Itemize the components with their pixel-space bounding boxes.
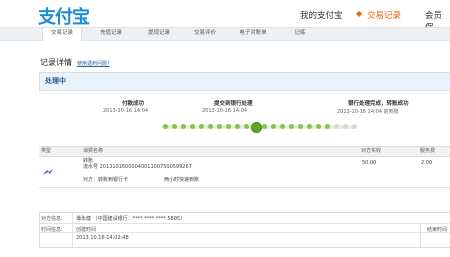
progress-dot	[343, 124, 348, 129]
progress-dot	[181, 124, 186, 129]
progress-dot	[334, 124, 339, 129]
created-value: 2013.10.16 14:02:48	[76, 235, 129, 241]
info-divider-2	[39, 232, 450, 233]
progress-dot	[262, 124, 267, 129]
tab-transaction-reviews[interactable]: 交易评价	[186, 28, 224, 39]
header-fee: 服务费	[420, 148, 436, 154]
diamond-icon: ◆	[356, 9, 363, 18]
help-link[interactable]: 使用遇到问题?	[77, 60, 110, 67]
row-fee: 2.00	[421, 160, 433, 166]
row-amount: 50.00	[362, 160, 377, 166]
progress-dot	[163, 124, 168, 129]
status-text: 处理中	[45, 77, 66, 85]
transfer-type-icon	[43, 161, 53, 175]
progress-dot	[172, 124, 177, 129]
step-2-title: 提交到银行处理	[214, 101, 253, 107]
table-row-divider	[39, 187, 450, 188]
tab-other[interactable]: 记练	[290, 28, 310, 39]
step-1-time: 2013-10-16 14:04	[103, 108, 149, 114]
header-amount: 对方实收	[361, 148, 382, 154]
party-label: 对方信息:	[41, 216, 63, 222]
tab-withdraw-records[interactable]: 提现记录	[140, 28, 178, 39]
info-divider-1	[39, 223, 450, 224]
progress-dot	[316, 124, 321, 129]
row-party: 对方：转账到银行卡	[83, 177, 129, 183]
progress-dot	[307, 124, 312, 129]
tab-transaction-records[interactable]: 交易记录	[42, 27, 82, 41]
step-2-time: 2013-10-16 14:04	[202, 108, 248, 114]
progress-dot	[190, 124, 195, 129]
header-type: 类型	[41, 148, 52, 154]
progress-dot	[280, 124, 285, 129]
step-1-title: 付款成功	[122, 101, 145, 107]
alipay-logo[interactable]: 支付宝	[38, 3, 90, 29]
progress-dot	[244, 124, 249, 129]
page-title: 记录详情	[40, 58, 72, 67]
row-note: 两小时快速到账	[164, 177, 200, 183]
status-bar	[39, 72, 450, 91]
row-serial: 流水号 20131016000040011007500599267	[83, 164, 192, 170]
progress-dot	[199, 124, 204, 129]
tab-e-statement[interactable]: 电子对账单	[233, 28, 273, 39]
info-vertical-divider-2	[420, 223, 421, 247]
header-name: 消费名称	[83, 148, 104, 154]
progress-dot	[208, 124, 213, 129]
step-3-title: 银行处理完成，转账成功	[348, 101, 409, 107]
tab-recharge-records[interactable]: 充值记录	[92, 28, 130, 39]
progress-dot	[226, 124, 231, 129]
progress-dot	[235, 124, 240, 129]
nav-transaction-records[interactable]: 交易记录	[367, 9, 401, 21]
nav-my-alipay[interactable]: 我的支付宝	[300, 9, 343, 21]
step-3-time: 2013-10-16 14:04 前到账	[337, 109, 399, 115]
info-vertical-divider	[72, 212, 73, 247]
progress-dot	[271, 124, 276, 129]
progress-dot	[325, 124, 330, 129]
current-step-marker	[251, 122, 262, 133]
progress-dot	[289, 124, 294, 129]
party-value: 谭永健 （中国建设银行：**** **** **** 5805）	[76, 216, 186, 222]
progress-dot	[352, 124, 357, 129]
progress-dot	[298, 124, 303, 129]
progress-dot	[217, 124, 222, 129]
